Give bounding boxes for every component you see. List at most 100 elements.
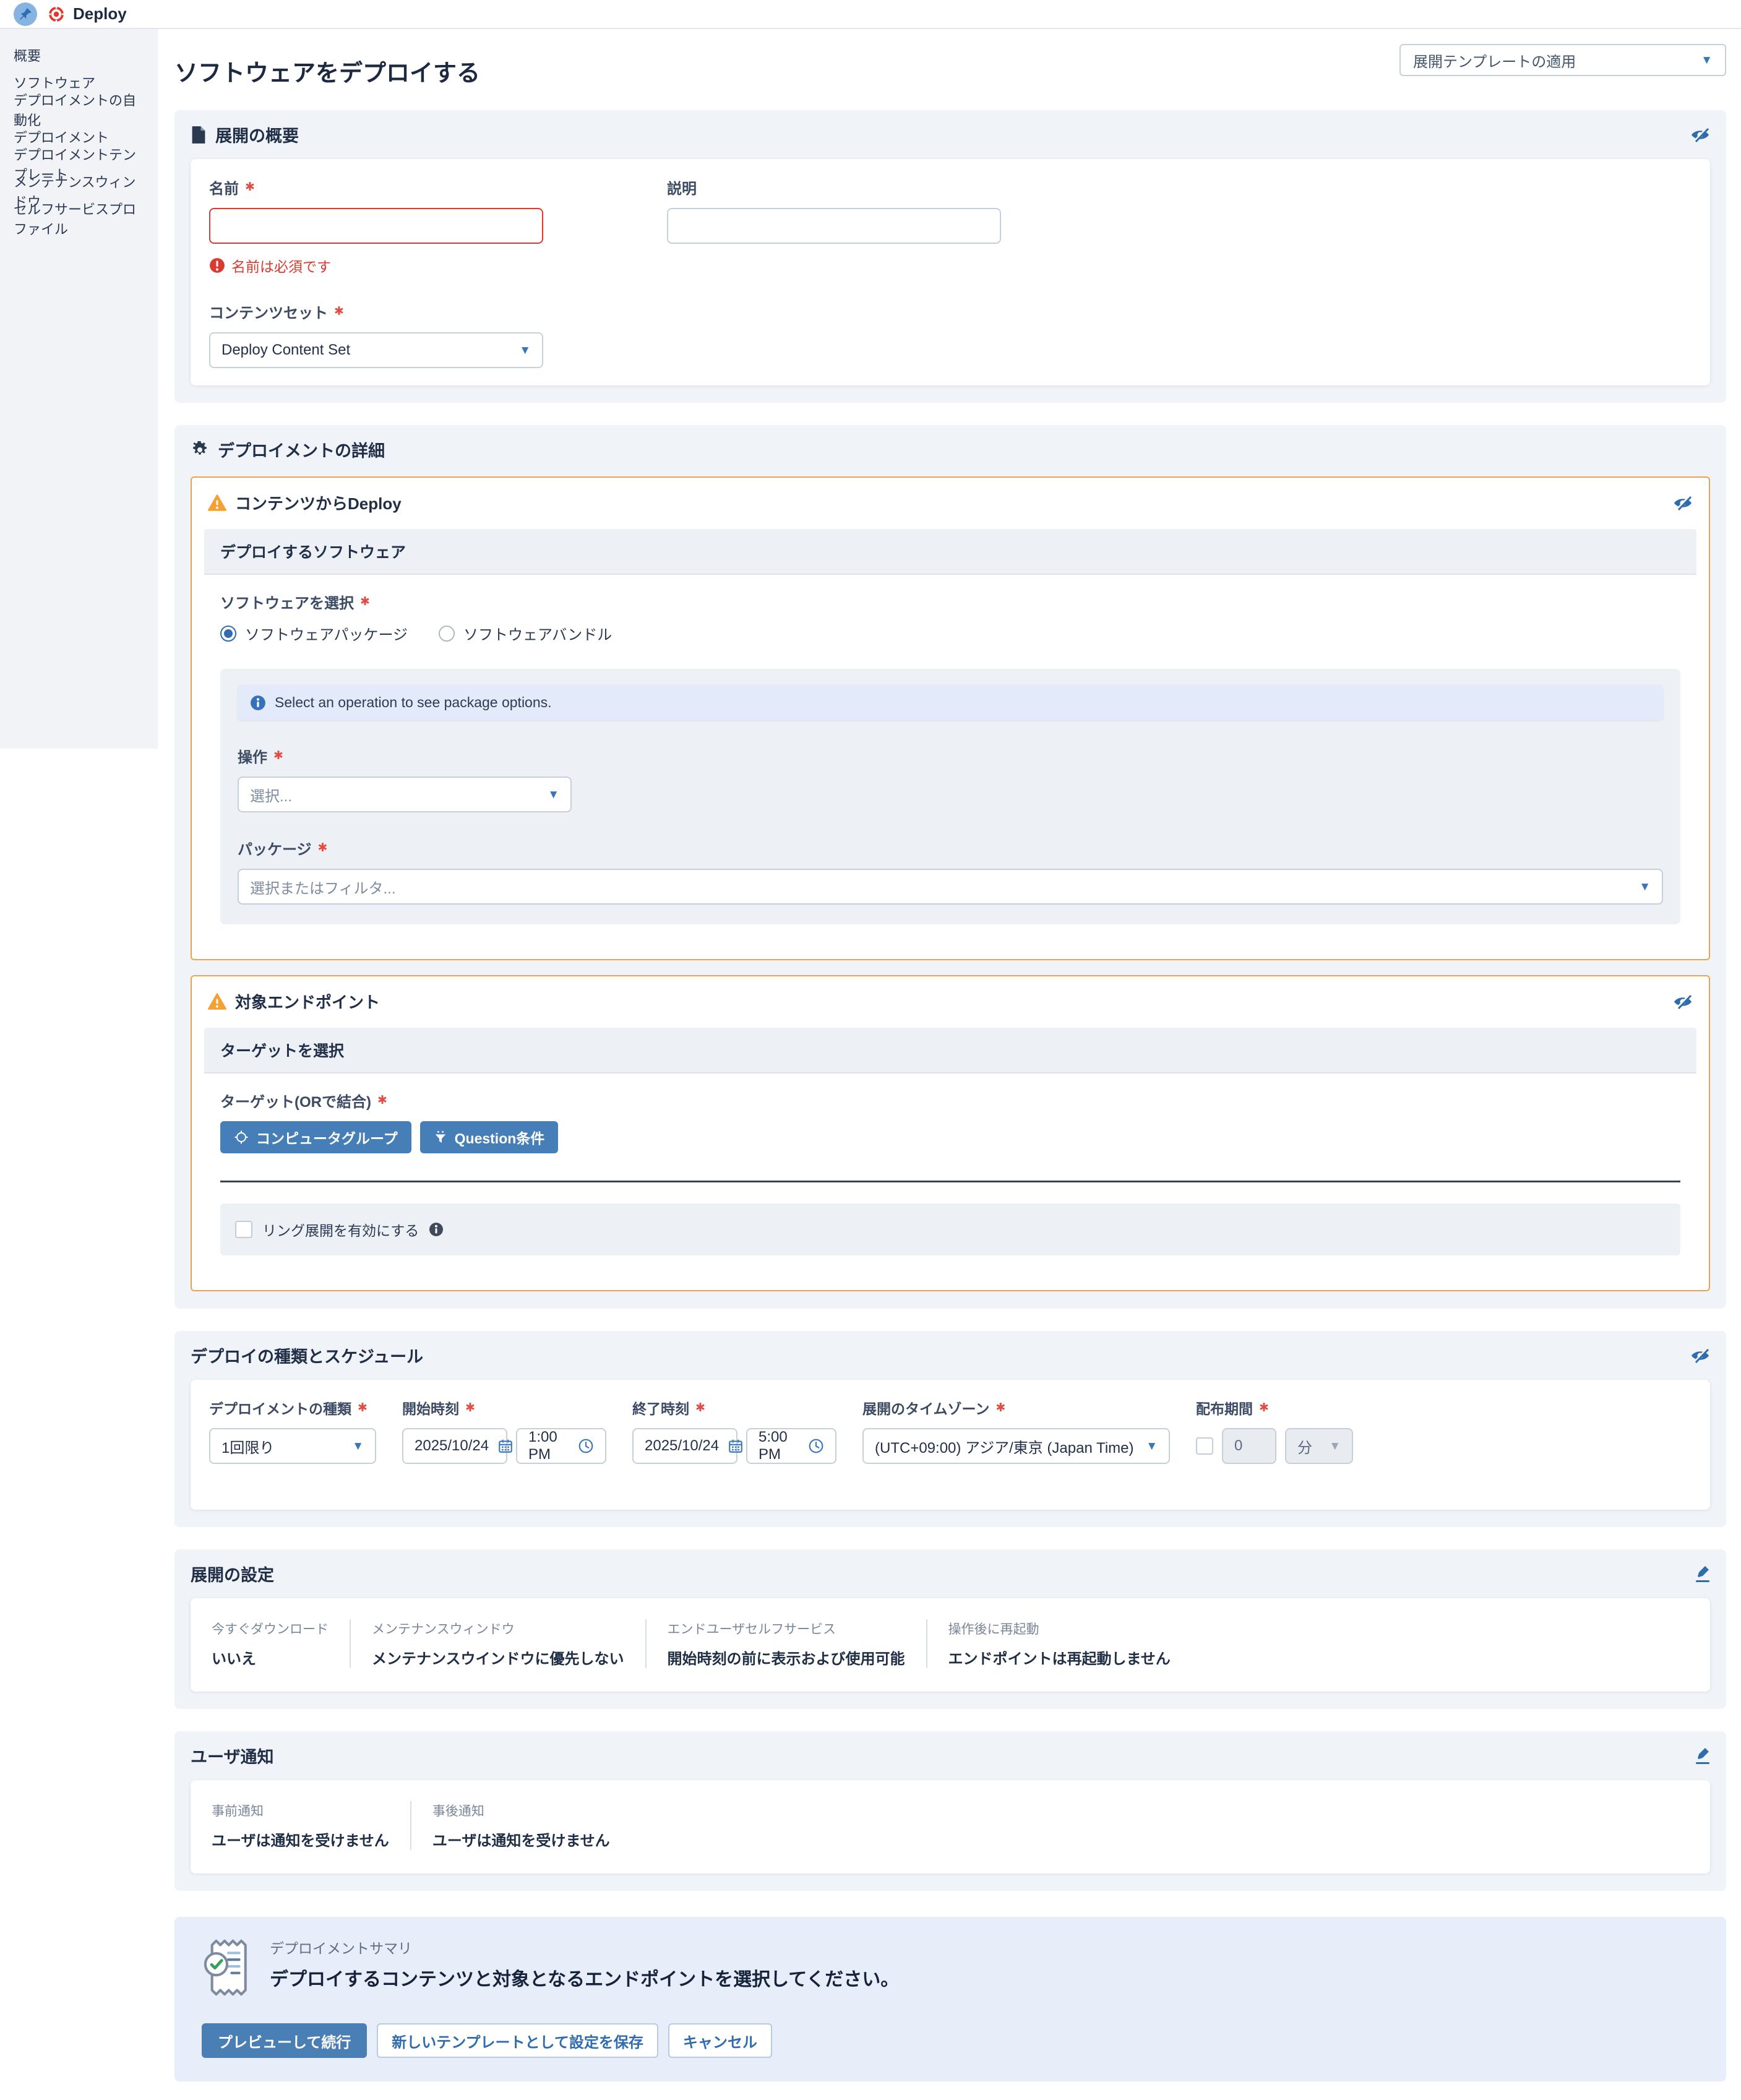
app-title: Deploy [47, 4, 127, 24]
radio-selected-icon [220, 626, 236, 642]
name-error-text: 名前は必須です [231, 255, 331, 276]
setting-label: エンドユーザセルフサービス [668, 1619, 905, 1638]
package-placeholder: 選択またはフィルタ... [250, 876, 396, 898]
sidebar-item-self-service-profiles[interactable]: セルフサービスプロファイル [0, 205, 158, 232]
hide-section-eye-icon[interactable] [1673, 495, 1693, 511]
radio-label: ソフトウェアバンドル [463, 622, 612, 644]
sidebar-item-overview[interactable]: 概要 [0, 41, 158, 69]
computer-group-button[interactable]: コンピュータグループ [220, 1121, 411, 1153]
distribution-period-value-field[interactable]: 0 [1222, 1428, 1276, 1464]
chevron-down-icon: ▼ [1329, 1440, 1341, 1452]
start-date-value: 2025/10/24 [415, 1437, 489, 1455]
summary-label: デプロイメントサマリ [270, 1937, 899, 1958]
setting-value: メンテナンスウインドウに優先しない [372, 1646, 624, 1668]
preview-continue-button[interactable]: プレビューして続行 [202, 2023, 367, 2058]
setting-value: エンドポイントは再起動しません [948, 1646, 1171, 1668]
content-set-label: コンテンツセット [209, 301, 328, 322]
section-title: 展開の設定 [191, 1562, 274, 1586]
save-as-template-button[interactable]: 新しいテンプレートとして設定を保存 [377, 2023, 658, 2058]
notification-item: 事後通知 ユーザは通知を受けません [410, 1801, 631, 1850]
tanium-home-button[interactable] [14, 2, 37, 26]
gear-icon [191, 441, 209, 459]
edit-pencil-icon[interactable] [1693, 1565, 1710, 1583]
chevron-down-icon: ▼ [548, 789, 559, 801]
description-field[interactable] [667, 208, 1001, 244]
required-marker: ✱ [245, 180, 255, 194]
start-time-value: 1:00 PM [528, 1429, 569, 1463]
calendar-icon [728, 1438, 744, 1454]
start-date-field[interactable]: 2025/10/24 [402, 1428, 507, 1464]
distribution-period-checkbox[interactable] [1196, 1437, 1213, 1455]
cancel-button[interactable]: キャンセル [668, 2023, 772, 2058]
chevron-down-icon: ▼ [1701, 54, 1713, 66]
receipt-summary-icon [202, 1937, 252, 1999]
distribution-period-unit-dropdown[interactable]: 分 ▼ [1285, 1428, 1353, 1464]
required-marker: ✱ [360, 595, 370, 609]
setting-label: 今すぐダウンロード [212, 1619, 329, 1638]
error-icon [209, 257, 225, 273]
clock-icon [808, 1438, 824, 1454]
notification-label: 事前通知 [212, 1801, 389, 1820]
content-set-dropdown[interactable]: Deploy Content Set ▼ [209, 332, 543, 368]
clock-icon [578, 1438, 594, 1454]
name-field[interactable] [209, 208, 543, 244]
apply-template-dropdown-value: 展開テンプレートの適用 [1413, 49, 1576, 71]
package-dropdown[interactable]: 選択またはフィルタ... ▼ [238, 869, 1663, 905]
setting-label: 操作後に再起動 [948, 1619, 1171, 1638]
notification-value: ユーザは通知を受けません [212, 1828, 389, 1850]
required-marker: ✱ [273, 749, 283, 763]
operation-dropdown[interactable]: 選択... ▼ [238, 777, 572, 812]
box-title: コンテンツからDeploy [235, 491, 402, 514]
end-time-field[interactable]: 5:00 PM [746, 1428, 836, 1464]
setting-item: 今すぐダウンロード いいえ [209, 1619, 350, 1668]
description-label: 説明 [667, 176, 697, 198]
targets-label: ターゲット(ORで結合) [220, 1090, 371, 1111]
deployment-type-label: デプロイメントの種類 [209, 1397, 351, 1418]
info-icon[interactable] [429, 1222, 444, 1237]
subpanel-title: デプロイするソフトウェア [204, 529, 1696, 575]
hide-section-eye-icon[interactable] [1690, 127, 1710, 143]
setting-value: 開始時刻の前に表示および使用可能 [668, 1646, 905, 1668]
deployment-type-schedule-section: デプロイの種類とスケジュール デプロイメントの種類 [174, 1331, 1726, 1527]
document-icon [191, 126, 207, 144]
timezone-dropdown[interactable]: (UTC+09:00) アジア/東京 (Japan Time) ▼ [862, 1428, 1170, 1464]
sidebar: 概要 ソフトウェア デプロイメントの自動化 デプロイメント デプロイメントテンプ… [0, 29, 158, 749]
button-label: Question条件 [455, 1127, 545, 1148]
hide-section-eye-icon[interactable] [1673, 994, 1693, 1010]
info-banner: Select an operation to see package optio… [238, 685, 1663, 720]
end-date-value: 2025/10/24 [645, 1437, 719, 1455]
edit-pencil-icon[interactable] [1693, 1747, 1710, 1765]
required-marker: ✱ [465, 1401, 475, 1415]
name-label: 名前 [209, 176, 239, 198]
end-date-field[interactable]: 2025/10/24 [632, 1428, 737, 1464]
calendar-icon [497, 1438, 514, 1454]
ring-deployment-label: リング展開を有効にする [262, 1219, 419, 1240]
top-bar: Deploy [0, 0, 1741, 29]
hide-section-eye-icon[interactable] [1690, 1348, 1710, 1364]
ring-deployment-checkbox[interactable] [235, 1221, 252, 1238]
required-marker: ✱ [695, 1401, 705, 1415]
start-time-field[interactable]: 1:00 PM [516, 1428, 606, 1464]
user-notification-section: ユーザ通知 事前通知 ユーザは通知を受けません 事後通知 [174, 1731, 1726, 1891]
operation-label: 操作 [238, 745, 267, 767]
setting-item: メンテナンスウィンドウ メンテナンスウインドウに優先しない [350, 1619, 645, 1668]
operation-placeholder: 選択... [250, 784, 292, 806]
chevron-down-icon: ▼ [352, 1440, 364, 1452]
radio-software-package[interactable]: ソフトウェアパッケージ [220, 622, 408, 644]
box-title: 対象エンドポイント [235, 990, 380, 1013]
deployment-type-dropdown[interactable]: 1回限り ▼ [209, 1428, 376, 1464]
apply-template-dropdown[interactable]: 展開テンプレートの適用 ▼ [1399, 44, 1726, 76]
required-marker: ✱ [1259, 1401, 1269, 1415]
radio-software-bundle[interactable]: ソフトウェアバンドル [439, 622, 612, 644]
radio-label: ソフトウェアパッケージ [245, 622, 408, 644]
subpanel-title: ターゲットを選択 [204, 1028, 1696, 1074]
sidebar-item-deployment-automation[interactable]: デプロイメントの自動化 [0, 96, 158, 123]
deployment-settings-section: 展開の設定 今すぐダウンロード いいえ メンテナンスウィンドウ [174, 1549, 1726, 1709]
warning-icon [208, 993, 226, 1010]
button-label: コンピュータグループ [256, 1127, 398, 1148]
question-condition-button[interactable]: Question条件 [420, 1121, 559, 1153]
distribution-period-unit: 分 [1297, 1435, 1312, 1457]
targets-input-underline [220, 1181, 1680, 1182]
end-time-label: 終了時刻 [632, 1397, 689, 1418]
end-time-value: 5:00 PM [759, 1429, 799, 1463]
